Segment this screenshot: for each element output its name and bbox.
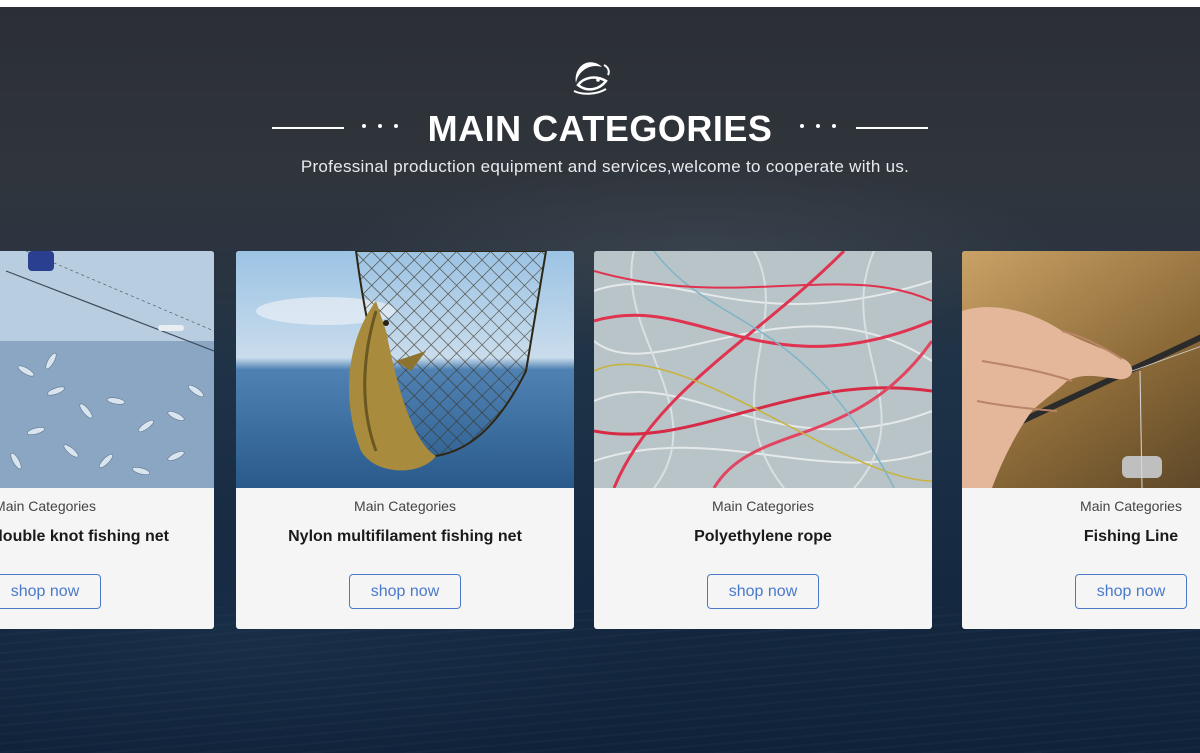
card-product-name[interactable]: Fishing Line [962,527,1200,547]
card-category-label: Main Categories [712,498,814,514]
shop-now-button[interactable]: shop now [349,574,461,609]
main-categories-section: MAIN CATEGORIES Professinal production e… [0,7,1200,753]
card-product-name[interactable]: Nylon multifilament fishing net [236,527,574,547]
card-product-name[interactable]: Polyethylene rope [594,527,932,547]
category-card[interactable]: Main Categories Polyethylene rope shop n… [594,251,932,629]
card-category-label: Main Categories [0,498,96,514]
card-image-fishing-rod[interactable] [962,251,1200,488]
category-card[interactable]: Main Categories Nylon multifilament fish… [236,251,574,629]
section-title: MAIN CATEGORIES [427,108,773,149]
card-category-label: Main Categories [1080,498,1182,514]
shop-now-button[interactable]: shop now [707,574,819,609]
category-card[interactable]: Main Categories Knotless double knot fis… [0,251,214,629]
card-category-label: Main Categories [354,498,456,514]
section-subtitle: Professinal production equipment and ser… [300,157,910,176]
title-line-left [272,127,344,129]
title-dots-right [800,124,840,132]
card-image-landing-net[interactable] [236,251,574,488]
card-product-name[interactable]: Knotless double knot fishing net [0,527,214,547]
fish-icon [573,62,610,95]
card-image-fish-catch[interactable] [0,251,214,488]
category-card[interactable]: Main Categories Fishing Line shop now [962,251,1200,629]
title-dots-left [362,124,402,132]
card-image-rope[interactable] [594,251,932,488]
title-row: MAIN CATEGORIES [0,107,1200,151]
shop-now-button[interactable]: shop now [0,574,101,609]
title-line-right [856,127,928,129]
shop-now-button[interactable]: shop now [1075,574,1187,609]
